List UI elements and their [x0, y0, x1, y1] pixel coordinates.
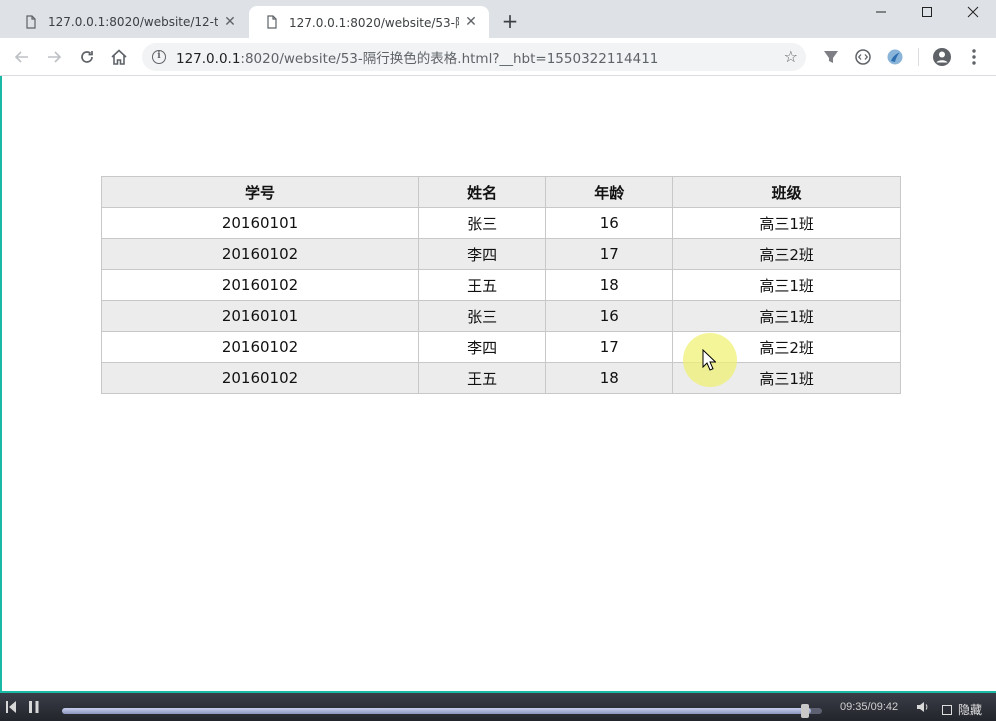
- minimize-icon[interactable]: [858, 0, 904, 24]
- left-accent-strip: [0, 76, 2, 692]
- cell-name: 张三: [418, 300, 547, 332]
- cell-student-id: 20160101: [100, 300, 420, 332]
- tab-strip: 127.0.0.1:8020/website/12-tab ✕ 127.0.0.…: [0, 0, 996, 38]
- url-host: 127.0.0.1: [176, 51, 241, 67]
- table-header-row: 学号 姓名 年龄 班级: [100, 176, 901, 208]
- header-class: 班级: [672, 176, 901, 208]
- cell-name: 王五: [418, 269, 547, 301]
- url-path: :8020/website/53-隔行换色的表格.html?__hbt=1550…: [240, 51, 659, 67]
- header-age: 年龄: [545, 176, 674, 208]
- tab-title: 127.0.0.1:8020/website/12-tab: [48, 15, 218, 29]
- pause-icon[interactable]: [28, 698, 40, 716]
- account-icon[interactable]: [930, 45, 954, 69]
- cell-name: 李四: [418, 331, 547, 363]
- url-text: 127.0.0.1:8020/website/53-隔行换色的表格.html?_…: [176, 47, 658, 67]
- filter-extension-icon[interactable]: [819, 45, 843, 69]
- menu-dots-icon[interactable]: [962, 45, 986, 69]
- info-icon[interactable]: i: [152, 50, 166, 64]
- tab-title: 127.0.0.1:8020/website/53-隔行: [289, 15, 459, 30]
- tab-inactive[interactable]: 127.0.0.1:8020/website/12-tab ✕: [8, 6, 248, 38]
- star-icon[interactable]: ☆: [784, 47, 798, 66]
- progress-fill: [62, 708, 812, 714]
- address-bar[interactable]: i 127.0.0.1:8020/website/53-隔行换色的表格.html…: [142, 43, 806, 71]
- cell-student-id: 20160102: [100, 238, 420, 270]
- browser-toolbar: i 127.0.0.1:8020/website/53-隔行换色的表格.html…: [0, 38, 996, 76]
- video-player-bar: 09:35/09:42 隐藏: [0, 691, 996, 721]
- plus-icon[interactable]: +: [499, 10, 521, 32]
- back-arrow-icon[interactable]: [10, 45, 34, 69]
- reload-icon[interactable]: [75, 45, 99, 69]
- cell-class: 高三1班: [672, 300, 901, 332]
- cell-student-id: 20160101: [100, 207, 420, 239]
- table-row: 20160102 李四 17 高三2班: [100, 331, 901, 363]
- cell-age: 17: [545, 238, 674, 270]
- cell-class: 高三1班: [672, 269, 901, 301]
- hide-checkbox[interactable]: [942, 704, 952, 715]
- cell-name: 李四: [418, 238, 547, 270]
- playback-time: 09:35/09:42: [840, 701, 899, 713]
- cursor-icon: [702, 349, 716, 371]
- maximize-icon[interactable]: [904, 0, 950, 24]
- header-name: 姓名: [418, 176, 547, 208]
- table-row: 20160102 李四 17 高三2班: [100, 238, 901, 270]
- cell-student-id: 20160102: [100, 362, 420, 394]
- cell-age: 16: [545, 300, 674, 332]
- forward-arrow-icon[interactable]: [42, 45, 66, 69]
- document-icon: [26, 15, 36, 29]
- cell-age: 17: [545, 331, 674, 363]
- document-icon: [267, 15, 277, 29]
- table-row: 20160101 张三 16 高三1班: [100, 207, 901, 239]
- cell-age: 18: [545, 362, 674, 394]
- cell-name: 王五: [418, 362, 547, 394]
- close-icon[interactable]: ✕: [463, 14, 479, 30]
- home-icon[interactable]: [107, 45, 131, 69]
- cell-student-id: 20160102: [100, 269, 420, 301]
- table-row: 20160102 王五 18 高三1班: [100, 362, 901, 394]
- student-table: 学号 姓名 年龄 班级 20160101 张三 16 高三1班 20160102…: [100, 176, 901, 394]
- cell-student-id: 20160102: [100, 331, 420, 363]
- volume-icon[interactable]: [916, 698, 930, 716]
- cell-class: 高三2班: [672, 238, 901, 270]
- skip-back-icon[interactable]: [5, 698, 17, 716]
- close-icon[interactable]: ✕: [222, 14, 238, 30]
- hide-label-text: 隐藏: [958, 703, 983, 717]
- progress-thumb[interactable]: [801, 704, 810, 718]
- toolbar-separator: [918, 48, 919, 66]
- chrome-extension-icon[interactable]: [883, 45, 907, 69]
- header-student-id: 学号: [100, 176, 420, 208]
- window-close-icon[interactable]: [950, 0, 996, 24]
- cell-name: 张三: [418, 207, 547, 239]
- cell-age: 16: [545, 207, 674, 239]
- tab-active[interactable]: 127.0.0.1:8020/website/53-隔行 ✕: [249, 6, 489, 38]
- table-row: 20160101 张三 16 高三1班: [100, 300, 901, 332]
- progress-track[interactable]: [62, 704, 822, 718]
- code-extension-icon[interactable]: [851, 45, 875, 69]
- cell-class: 高三1班: [672, 207, 901, 239]
- hide-toggle[interactable]: 隐藏: [942, 701, 982, 718]
- cell-age: 18: [545, 269, 674, 301]
- table-row: 20160102 王五 18 高三1班: [100, 269, 901, 301]
